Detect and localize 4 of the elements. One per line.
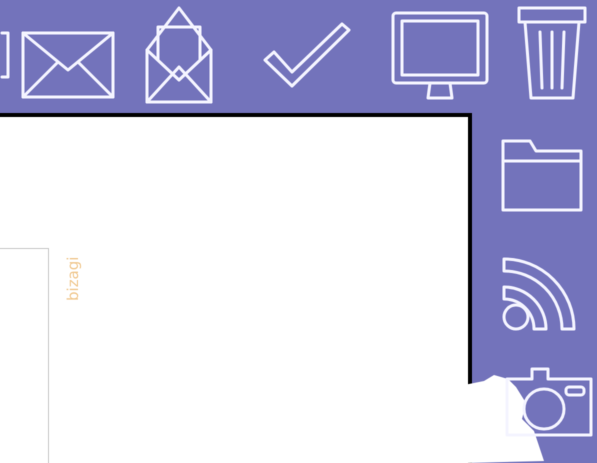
- logo: bizagi: [63, 256, 83, 304]
- monitor-icon[interactable]: [390, 10, 490, 102]
- open-envelope-icon[interactable]: [144, 5, 214, 105]
- checkmark-icon[interactable]: [262, 20, 352, 90]
